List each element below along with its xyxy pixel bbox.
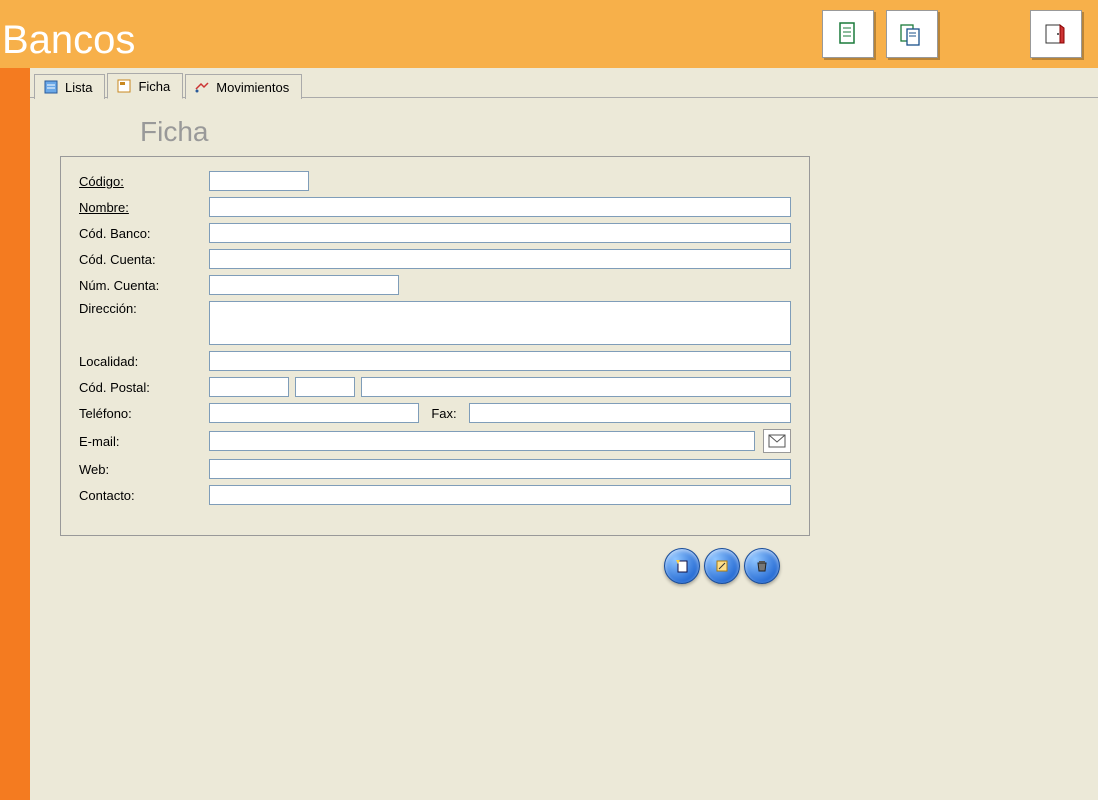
toolbar [822,10,1082,58]
edit-icon [714,558,730,574]
tab-bar: Lista Ficha Movimientos [30,68,1098,98]
codigo-input[interactable] [209,171,309,191]
tab-label: Lista [65,80,92,95]
codcuenta-input[interactable] [209,249,791,269]
contacto-input[interactable] [209,485,791,505]
localidad-label: Localidad: [79,354,209,369]
localidad-input[interactable] [209,351,791,371]
toolbar-exit-button[interactable] [1030,10,1082,58]
tab-movimientos[interactable]: Movimientos [185,74,302,99]
numcuenta-input[interactable] [209,275,399,295]
content-area: Lista Ficha Movimientos Ficha Código: [30,68,1098,800]
new-record-button[interactable] [664,548,700,584]
nombre-input[interactable] [209,197,791,217]
email-send-button[interactable] [763,429,791,453]
codigo-label: Código: [79,174,209,189]
new-page-icon [674,558,690,574]
fax-label: Fax: [419,406,469,421]
section-title: Ficha [140,116,1098,148]
tab-lista[interactable]: Lista [34,74,105,99]
tab-ficha[interactable]: Ficha [107,73,183,99]
trash-icon [754,558,770,574]
web-label: Web: [79,462,209,477]
codbanco-label: Cód. Banco: [79,226,209,241]
nombre-label: Nombre: [79,200,209,215]
exit-icon [1044,22,1068,46]
moves-icon [194,79,210,95]
delete-record-button[interactable] [744,548,780,584]
telefono-input[interactable] [209,403,419,423]
page-title: Bancos [2,18,135,63]
sidebar-strip [0,68,30,800]
form-icon [116,78,132,94]
direccion-label: Dirección: [79,301,209,316]
codpostal-input-1[interactable] [209,377,289,397]
direccion-input[interactable] [209,301,791,345]
documents-icon [899,21,925,47]
telefono-label: Teléfono: [79,406,209,421]
toolbar-new-button[interactable] [822,10,874,58]
email-label: E-mail: [79,434,209,449]
codpostal-label: Cód. Postal: [79,380,209,395]
web-input[interactable] [209,459,791,479]
header: Bancos [0,0,1098,68]
envelope-icon [768,434,786,448]
tab-label: Ficha [138,79,170,94]
form-panel: Código: Nombre: Cód. Banco: Cód. Cuenta:… [60,156,810,536]
contacto-label: Contacto: [79,488,209,503]
codpostal-input-2[interactable] [295,377,355,397]
numcuenta-label: Núm. Cuenta: [79,278,209,293]
toolbar-copy-button[interactable] [886,10,938,58]
document-icon [837,21,859,47]
edit-record-button[interactable] [704,548,740,584]
action-buttons [60,548,810,584]
codbanco-input[interactable] [209,223,791,243]
fax-input[interactable] [469,403,791,423]
codpostal-input-3[interactable] [361,377,791,397]
list-icon [43,79,59,95]
tab-label: Movimientos [216,80,289,95]
email-input[interactable] [209,431,755,451]
codcuenta-label: Cód. Cuenta: [79,252,209,267]
